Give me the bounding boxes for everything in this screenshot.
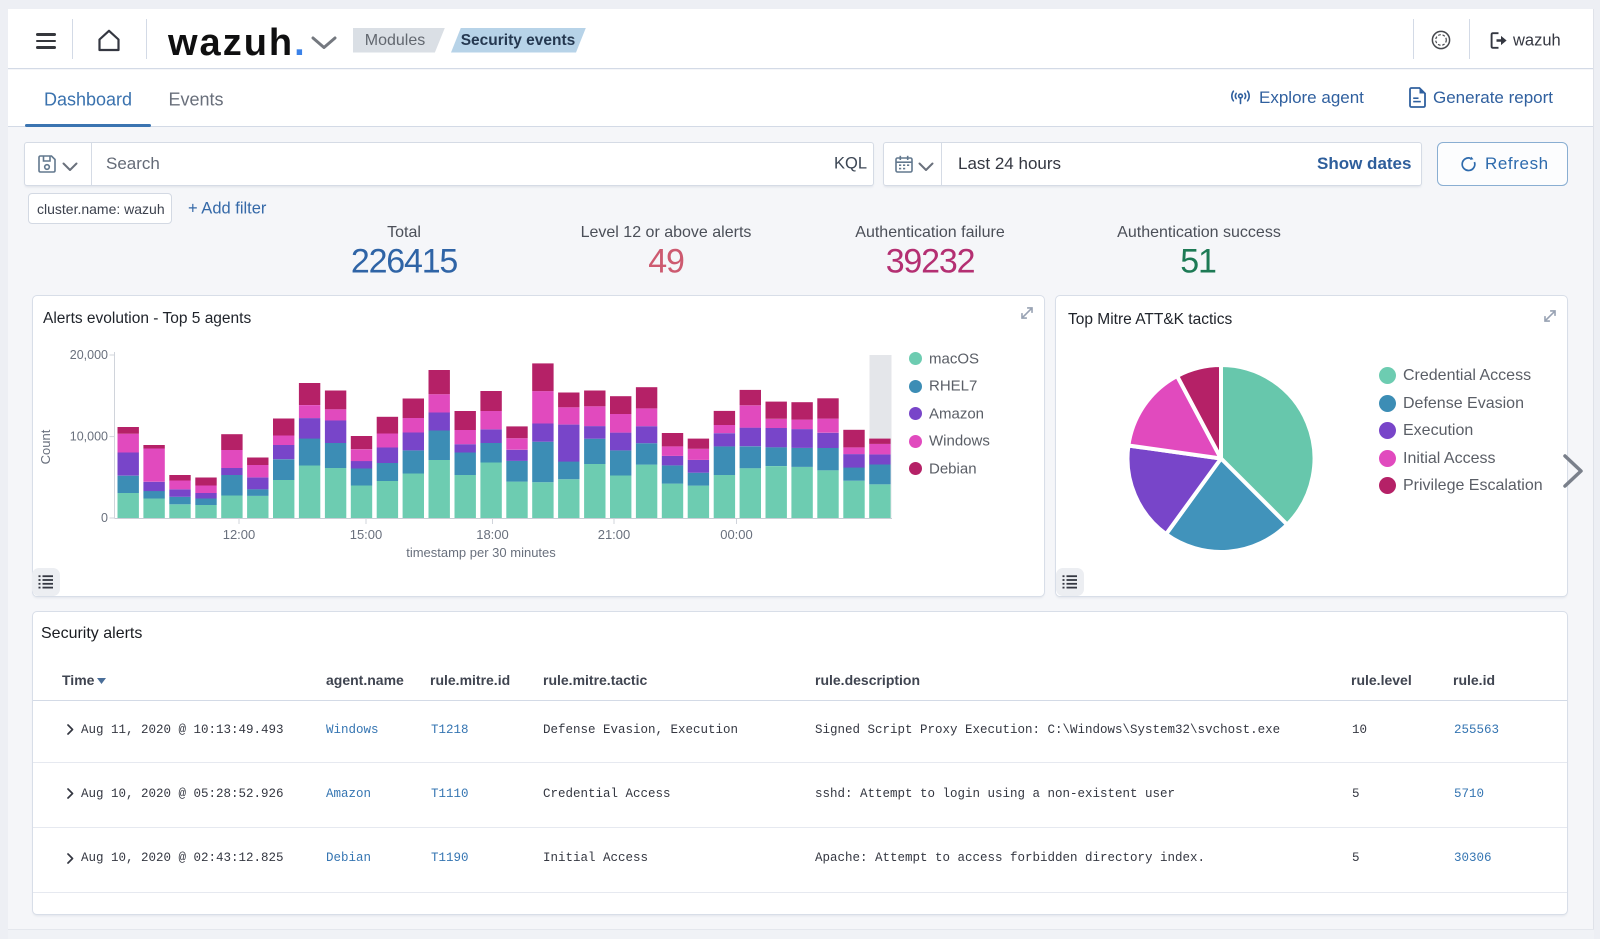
svg-text:12:00: 12:00 [223,527,256,542]
svg-text:15:00: 15:00 [350,527,383,542]
svg-text:20,000: 20,000 [70,348,108,362]
svg-text:18:00: 18:00 [476,527,509,542]
svg-text:0: 0 [101,511,108,525]
svg-text:10,000: 10,000 [70,430,108,444]
svg-text:21:00: 21:00 [598,527,631,542]
svg-text:00:00: 00:00 [720,527,753,542]
svg-text:Count: Count [38,429,53,464]
svg-text:timestamp per 30 minutes: timestamp per 30 minutes [406,545,556,560]
